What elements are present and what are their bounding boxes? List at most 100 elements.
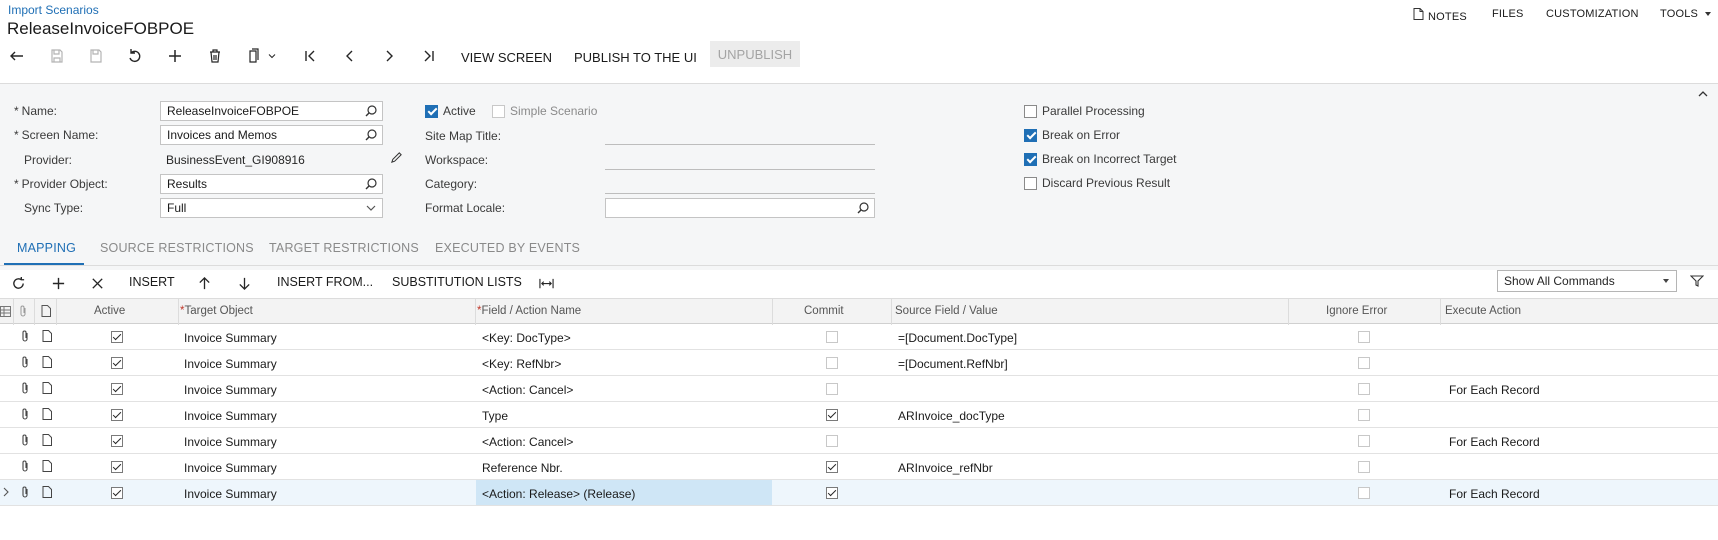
save-icon[interactable] [86, 46, 106, 66]
attachment-icon[interactable] [20, 486, 32, 499]
row-ignore-error-checkbox[interactable] [1358, 331, 1370, 343]
back-icon[interactable] [7, 46, 27, 66]
row-execute-action[interactable]: For Each Record [1449, 435, 1540, 449]
chevron-down-icon[interactable] [266, 46, 278, 66]
note-icon[interactable] [42, 434, 54, 447]
row-commit-checkbox[interactable] [826, 461, 838, 473]
row-target-object[interactable]: Invoice Summary [184, 383, 277, 397]
first-record-icon[interactable] [300, 46, 320, 66]
row-source-field[interactable]: =[Document.DocType] [898, 331, 1017, 345]
tab-source-restrictions[interactable]: SOURCE RESTRICTIONS [100, 241, 254, 255]
search-icon[interactable] [364, 128, 378, 142]
attachment-icon[interactable] [20, 382, 32, 395]
tab-executed-by-events[interactable]: EXECUTED BY EVENTS [435, 241, 580, 255]
col-source-field[interactable]: Source Field / Value [895, 305, 998, 317]
row-field-action[interactable]: <Action: Cancel> [482, 435, 573, 449]
row-active-checkbox[interactable] [111, 435, 123, 447]
attachment-icon[interactable] [20, 330, 32, 343]
notes-link[interactable]: NOTES [1413, 8, 1467, 23]
active-checkbox[interactable]: Active [425, 104, 476, 118]
edit-pencil-icon[interactable] [390, 151, 403, 167]
row-field-action[interactable]: <Key: DocType> [482, 331, 571, 345]
break-on-error-check[interactable] [1024, 128, 1037, 142]
row-commit-checkbox[interactable] [826, 435, 838, 447]
search-icon[interactable] [364, 104, 378, 118]
filter-icon[interactable] [1689, 274, 1705, 291]
row-active-checkbox[interactable] [111, 383, 123, 395]
arrow-down-icon[interactable] [234, 273, 254, 293]
note-icon[interactable] [42, 460, 54, 473]
row-active-checkbox[interactable] [111, 487, 123, 499]
site-map-title-field[interactable] [605, 144, 875, 145]
col-ignore-error[interactable]: Ignore Error [1326, 305, 1387, 317]
note-icon[interactable] [42, 356, 54, 369]
row-target-object[interactable]: Invoice Summary [184, 357, 277, 371]
files-link[interactable]: FILES [1492, 8, 1524, 20]
row-commit-checkbox[interactable] [826, 383, 838, 395]
attachment-icon[interactable] [20, 434, 32, 447]
last-record-icon[interactable] [419, 46, 439, 66]
insert-button[interactable]: INSERT [129, 275, 175, 289]
discard-previous-result-check[interactable] [1024, 176, 1037, 190]
add-icon[interactable] [165, 46, 185, 66]
row-ignore-error-checkbox[interactable] [1358, 409, 1370, 421]
row-source-field[interactable]: ARInvoice_refNbr [898, 461, 993, 475]
note-icon[interactable] [42, 330, 54, 343]
row-field-action[interactable]: <Action: Cancel> [482, 383, 573, 397]
fit-columns-icon[interactable] [536, 273, 556, 293]
table-row[interactable]: Invoice Summary <Key: DocType> =[Document.… [0, 324, 1718, 350]
row-field-action[interactable]: <Action: Release> (Release) [482, 487, 635, 501]
row-target-object[interactable]: Invoice Summary [184, 461, 277, 475]
commands-filter-select[interactable]: Show All Commands [1497, 270, 1677, 292]
substitution-lists-button[interactable]: SUBSTITUTION LISTS [392, 275, 522, 289]
row-commit-checkbox[interactable] [826, 409, 838, 421]
col-target-object[interactable]: *Target Object [180, 305, 253, 317]
simple-scenario-check[interactable] [492, 104, 505, 118]
workspace-field[interactable] [605, 169, 875, 170]
break-on-incorrect-target-checkbox[interactable]: Break on Incorrect Target [1024, 152, 1177, 166]
row-ignore-error-checkbox[interactable] [1358, 383, 1370, 395]
next-record-icon[interactable] [379, 46, 399, 66]
screen-name-field[interactable]: Invoices and Memos [160, 125, 383, 145]
breadcrumb[interactable]: Import Scenarios [8, 3, 99, 17]
category-field[interactable] [605, 193, 875, 194]
search-icon[interactable] [856, 201, 870, 215]
row-field-action[interactable]: <Key: RefNbr> [482, 357, 561, 371]
row-execute-action[interactable]: For Each Record [1449, 383, 1540, 397]
row-commit-checkbox[interactable] [826, 357, 838, 369]
grid-settings-icon[interactable] [0, 306, 12, 319]
table-row[interactable]: Invoice Summary Type ARInvoice_docType [0, 402, 1718, 428]
tab-target-restrictions[interactable]: TARGET RESTRICTIONS [269, 241, 419, 255]
row-ignore-error-checkbox[interactable] [1358, 357, 1370, 369]
row-active-checkbox[interactable] [111, 357, 123, 369]
attachment-icon[interactable] [20, 460, 32, 473]
row-source-field[interactable]: =[Document.RefNbr] [898, 357, 1008, 371]
row-commit-checkbox[interactable] [826, 331, 838, 343]
publish-button[interactable]: PUBLISH TO THE UI [574, 50, 697, 65]
format-locale-field[interactable] [605, 198, 875, 218]
row-ignore-error-checkbox[interactable] [1358, 487, 1370, 499]
undo-icon[interactable] [125, 46, 145, 66]
arrow-up-icon[interactable] [194, 273, 214, 293]
insert-from-button[interactable]: INSERT FROM... [277, 275, 373, 289]
col-execute-action[interactable]: Execute Action [1445, 305, 1521, 317]
active-check[interactable] [425, 104, 438, 118]
row-target-object[interactable]: Invoice Summary [184, 487, 277, 501]
delete-icon[interactable] [205, 46, 225, 66]
unpublish-button[interactable]: UNPUBLISH [710, 41, 800, 67]
collapse-icon[interactable] [1697, 88, 1709, 102]
row-commit-checkbox[interactable] [826, 487, 838, 499]
sync-type-select[interactable]: Full [160, 198, 383, 218]
row-active-checkbox[interactable] [111, 409, 123, 421]
provider-object-field[interactable]: Results [160, 174, 383, 194]
simple-scenario-checkbox[interactable]: Simple Scenario [492, 104, 597, 118]
row-ignore-error-checkbox[interactable] [1358, 435, 1370, 447]
row-active-checkbox[interactable] [111, 461, 123, 473]
table-row[interactable]: Invoice Summary <Action: Release> (Releas… [0, 480, 1718, 506]
attachment-icon[interactable] [20, 408, 32, 421]
copy-paste-icon[interactable] [244, 46, 264, 66]
col-field-action[interactable]: *Field / Action Name [477, 305, 581, 317]
col-active[interactable]: Active [94, 305, 125, 317]
delete-row-icon[interactable] [87, 273, 107, 293]
save-close-icon[interactable] [47, 46, 67, 66]
